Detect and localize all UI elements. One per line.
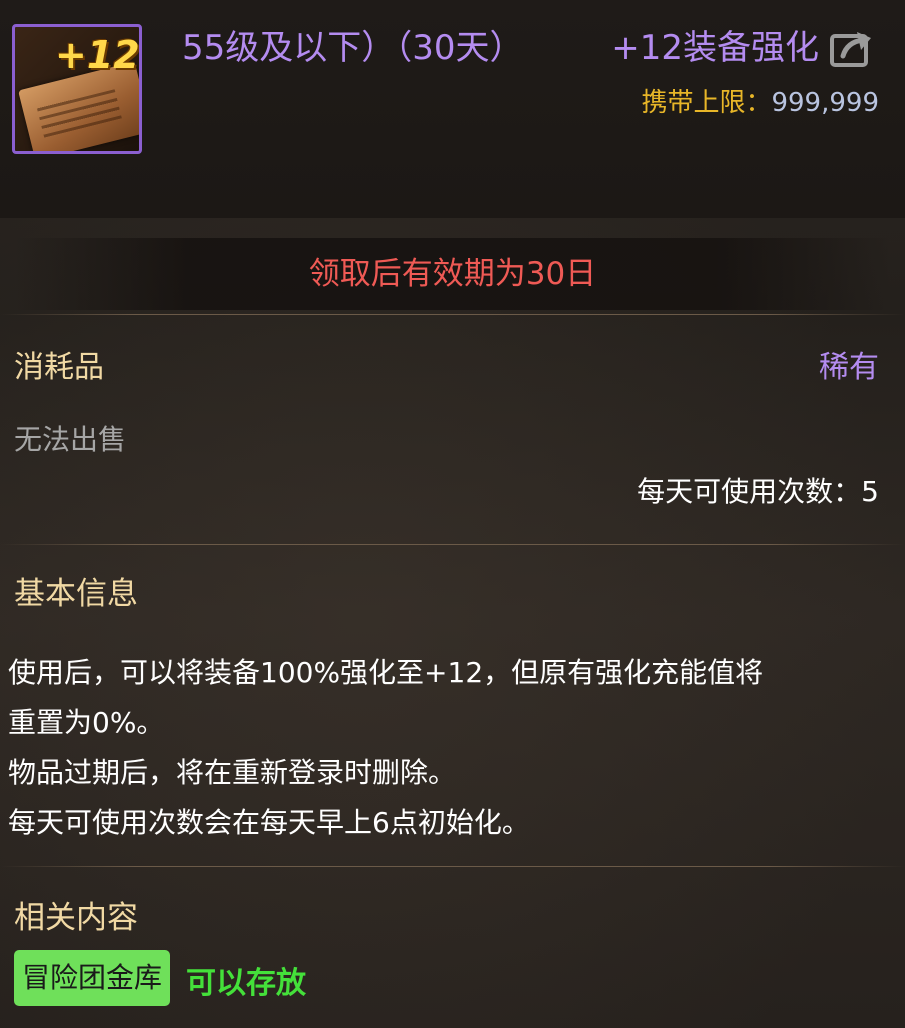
divider [0,544,905,545]
storage-status: 可以存放 [186,966,306,1001]
item-tooltip: +12 55级及以下）（30天） +12装备强化 携带上限：999,999 领取… [0,0,905,1028]
item-title: +12装备强化 [611,28,819,68]
share-icon[interactable] [829,28,875,68]
basic-info-title: 基本信息 [14,576,138,612]
expiry-notice: 领取后有效期为30日 [14,238,891,310]
item-rarity: 稀有 [819,350,879,385]
divider [0,314,905,315]
adventure-vault-tag[interactable]: 冒险团金库 [14,950,170,1006]
enhance-level-badge: +12 [55,33,140,77]
description-line: 使用后，可以将装备100%强化至+12，但原有强化充能值将 [8,656,764,689]
item-description: 使用后，可以将装备100%强化至+12，但原有强化充能值将 重置为0%。 物品过… [8,648,888,848]
daily-use-limit: 每天可使用次数：5 [637,475,879,508]
item-type: 消耗品 [14,350,104,385]
carry-limit-label: 携带上限： [641,88,772,118]
related-content-title: 相关内容 [14,900,138,936]
description-line: 重置为0%。 [8,706,165,739]
item-subtitle: 55级及以下）（30天） [182,28,524,68]
description-line: 每天可使用次数会在每天早上6点初始化。 [8,806,530,839]
description-line: 物品过期后，将在重新登录时删除。 [8,756,457,789]
sale-status: 无法出售 [14,423,127,456]
carry-limit-value: 999,999 [771,88,879,118]
carry-limit: 携带上限：999,999 [641,82,879,119]
divider [0,866,905,867]
item-scroll-icon: +12 [12,24,142,154]
